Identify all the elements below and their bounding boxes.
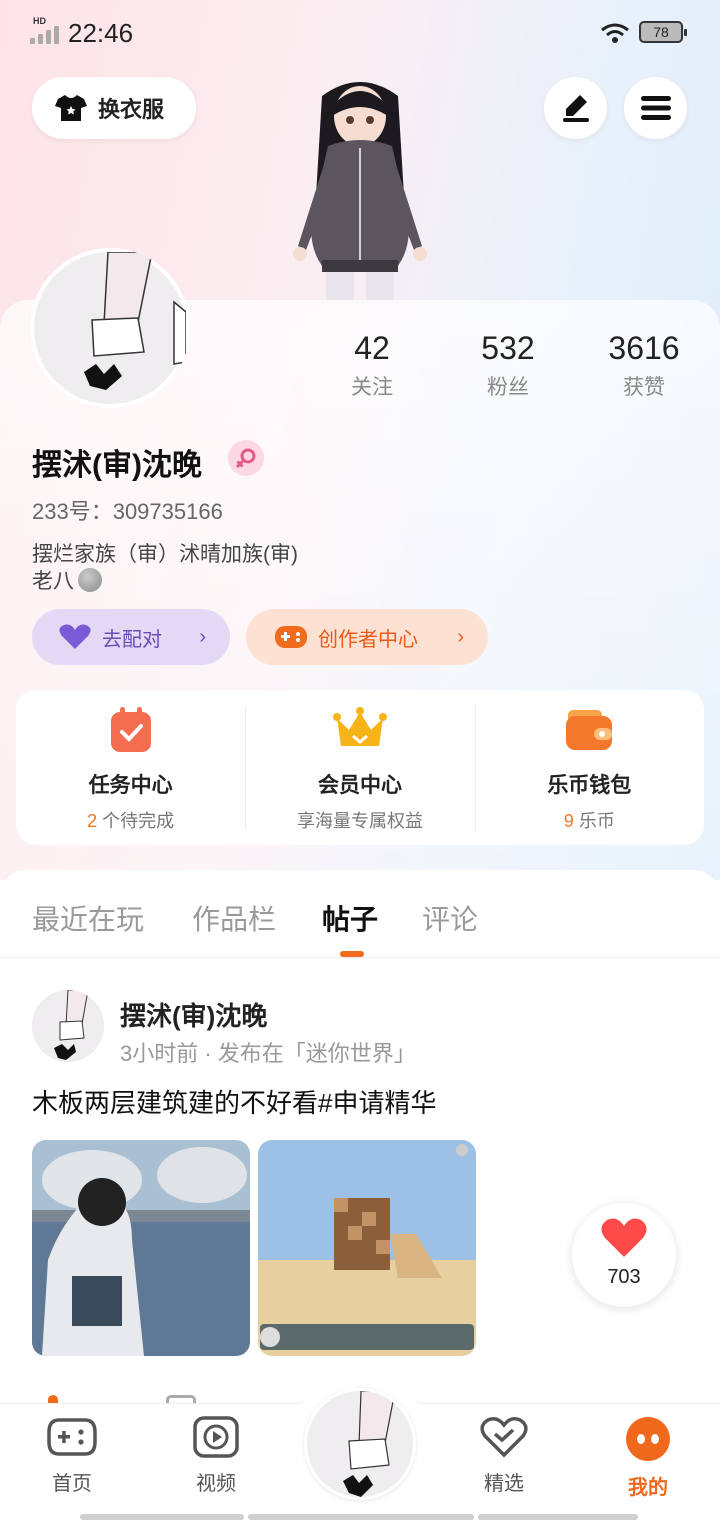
pencil-icon [562, 95, 589, 122]
bio-line: 老八 [32, 565, 102, 595]
post-image[interactable] [32, 1140, 250, 1356]
nav-label: 精选 [484, 1473, 524, 1495]
creator-center-button[interactable]: 创作者中心 › [246, 609, 488, 665]
menu-button[interactable] [624, 77, 687, 139]
emoji-icon [78, 568, 102, 592]
entry-title: 会员中心 [317, 774, 402, 797]
edit-profile-button[interactable] [544, 77, 607, 139]
post-author-avatar[interactable] [32, 990, 104, 1062]
nav-featured[interactable]: 精选 [459, 1416, 549, 1496]
menu-icon [640, 96, 671, 120]
avatar-image [34, 251, 187, 404]
chevron-right-icon: › [199, 625, 206, 648]
system-gesture-bar [478, 1514, 638, 1520]
center-avatar-button[interactable] [304, 1388, 416, 1500]
gamepad-icon [47, 1418, 97, 1456]
3d-avatar-character [293, 82, 427, 300]
avatar[interactable] [30, 248, 190, 408]
entry-subtitle: 2 个待完成 [87, 811, 175, 831]
nav-video[interactable]: 视频 [171, 1416, 261, 1496]
calendar-check-icon [110, 707, 151, 752]
me-icon [626, 1417, 670, 1461]
battery-indicator: 78 [639, 21, 687, 43]
chevron-right-icon: › [457, 625, 464, 648]
tab-works[interactable]: 作品栏 [192, 898, 276, 938]
tshirt-icon [55, 95, 87, 121]
stat-label: 获赞 [623, 376, 665, 399]
stat-following[interactable]: 42 关注 [312, 330, 432, 401]
match-button[interactable]: 去配对 › [32, 609, 230, 665]
heart-icon [601, 1218, 647, 1257]
stat-value: 3616 [608, 330, 680, 366]
signal-icon [30, 22, 64, 44]
tab-comments[interactable]: 评论 [422, 898, 478, 938]
clock: 22:46 [68, 18, 134, 48]
status-bar: HD 22:46 78 [0, 0, 720, 66]
wallet-entry[interactable]: 乐币钱包 9 乐币 [474, 690, 704, 845]
nav-label: 首页 [52, 1473, 92, 1495]
stat-label: 粉丝 [487, 376, 529, 399]
wallet-icon [566, 710, 613, 750]
change-outfit-label: 换衣服 [98, 97, 165, 122]
task-center-entry[interactable]: 任务中心 2 个待完成 [16, 690, 245, 845]
post-text[interactable]: 木板两层建筑建的不好看#申请精华 [32, 1083, 436, 1120]
like-count: 703 [607, 1266, 641, 1288]
like-button[interactable]: 703 [572, 1203, 676, 1307]
bio-line: 摆烂家族（审）沭晴加族(审) [32, 543, 298, 566]
system-gesture-bar [248, 1514, 474, 1520]
play-icon [193, 1416, 239, 1458]
user-id: 233号：309735166 [32, 499, 223, 524]
system-gesture-bar [80, 1514, 244, 1520]
creator-center-label: 创作者中心 [318, 628, 418, 651]
tab-recent-play[interactable]: 最近在玩 [32, 898, 144, 938]
nav-home[interactable]: 首页 [27, 1416, 117, 1496]
quick-entry-panel: 任务中心 2 个待完成 会员中心 享海量专属权益 乐币钱包 9 乐币 [16, 690, 704, 845]
nav-label: 我的 [628, 1477, 668, 1499]
entry-subtitle: 享海量专属权益 [296, 811, 423, 831]
entry-title: 任务中心 [88, 774, 173, 797]
tab-posts[interactable]: 帖子 [322, 898, 378, 938]
stat-likes[interactable]: 3616 获赞 [584, 330, 704, 401]
purple-heart-icon [59, 624, 91, 649]
bio-text: 老八 [32, 570, 74, 593]
female-icon [228, 440, 264, 476]
post-image[interactable] [258, 1140, 476, 1356]
active-tab-indicator [340, 951, 364, 957]
nav-label: 视频 [196, 1473, 236, 1495]
entry-title: 乐币钱包 [547, 774, 632, 797]
nav-me[interactable]: 我的 [603, 1416, 693, 1500]
wifi-icon [601, 23, 629, 43]
heart-check-icon [480, 1417, 528, 1458]
post-meta: 3小时前 · 发布在「迷你世界」 [120, 1041, 416, 1066]
stat-value: 42 [354, 330, 390, 366]
content-tabs: 最近在玩 作品栏 帖子 评论 [0, 870, 720, 958]
user-name: 摆沭(审)沈晚 [32, 449, 202, 482]
vip-center-entry[interactable]: 会员中心 享海量专属权益 [245, 690, 474, 845]
crown-icon [332, 707, 387, 746]
post-author-name[interactable]: 摆沭(审)沈晚 [120, 996, 267, 1033]
stat-value: 532 [481, 330, 535, 366]
stat-followers[interactable]: 532 粉丝 [448, 330, 568, 401]
entry-subtitle: 9 乐币 [563, 811, 615, 831]
match-label: 去配对 [102, 628, 162, 651]
change-outfit-button[interactable]: 换衣服 [32, 77, 196, 139]
gamepad-icon [275, 626, 307, 648]
stat-label: 关注 [351, 376, 393, 399]
